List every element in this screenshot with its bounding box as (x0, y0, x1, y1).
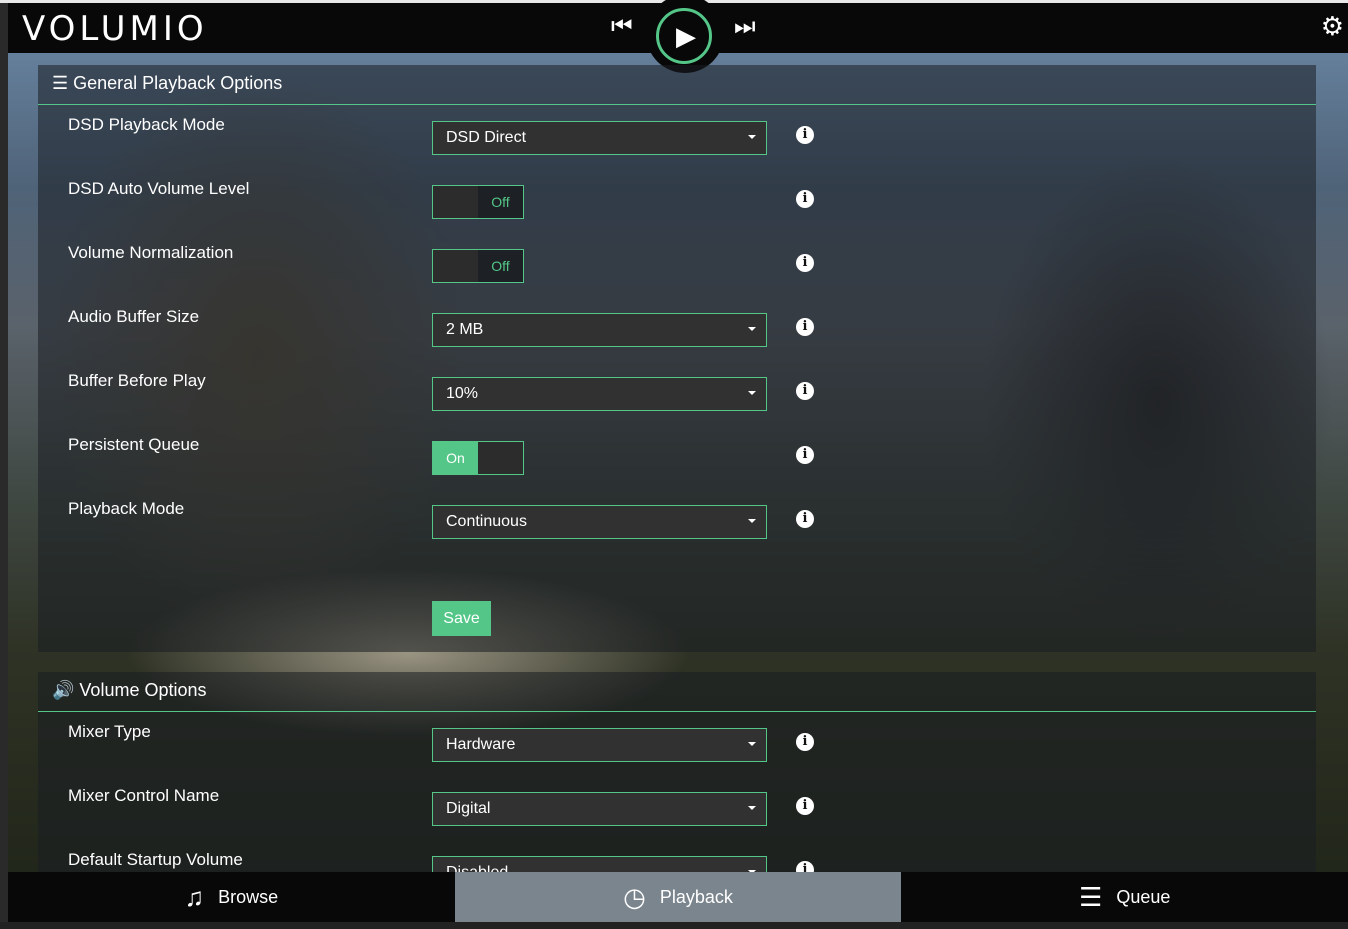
toggle-switch[interactable]: Off (432, 249, 524, 283)
setting-label: Volume Normalization (68, 243, 234, 262)
info-icon[interactable]: i (796, 797, 814, 815)
setting-label: Mixer Control Name (68, 786, 220, 805)
toggle-state: Off (478, 250, 523, 282)
panel-title: General Playback Options (73, 73, 283, 93)
toggle-state: On (433, 442, 478, 474)
setting-row: DSD Playback Mode DSD Direct i (38, 115, 1316, 179)
panel-title: Volume Options (79, 680, 207, 700)
setting-label: DSD Playback Mode (68, 115, 225, 134)
bottom-edge (0, 922, 1348, 929)
select-value: Hardware (446, 736, 516, 753)
clock-icon: ◷ (623, 881, 646, 912)
setting-row: Playback Mode Continuous i (38, 499, 1316, 563)
caret-down-icon (748, 327, 756, 331)
caret-down-icon (748, 519, 756, 523)
setting-label: Buffer Before Play (68, 371, 206, 390)
info-icon[interactable]: i (796, 861, 814, 872)
bottom-nav: ♫ Browse ◷ Playback ☰ Queue (8, 872, 1348, 922)
select-value: 2 MB (446, 321, 484, 338)
volume-icon: 🔊 (52, 680, 80, 700)
caret-down-icon (748, 135, 756, 139)
nav-label: Browse (218, 886, 279, 907)
setting-label: Audio Buffer Size (68, 307, 200, 326)
skip-next-icon[interactable]: ⏭ (734, 13, 756, 41)
setting-label: Mixer Type (68, 722, 151, 741)
select-dropdown[interactable]: Continuous (432, 505, 767, 539)
info-icon[interactable]: i (796, 190, 814, 208)
setting-label: DSD Auto Volume Level (68, 179, 250, 198)
volume-options-panel: 🔊 Volume Options Mixer Type Hardware i Mixe… (38, 672, 1316, 872)
play-icon: ▶ (656, 8, 712, 64)
select-value: Digital (446, 800, 491, 817)
toggle-switch[interactable]: On (432, 441, 524, 475)
setting-row: Volume Normalization Off i (38, 243, 1316, 307)
select-value: Continuous (446, 513, 527, 530)
setting-row: Persistent Queue On i (38, 435, 1316, 499)
gear-icon[interactable]: ⚙ (1321, 11, 1344, 42)
setting-label: Playback Mode (68, 499, 185, 518)
info-icon[interactable]: i (796, 382, 814, 400)
list-icon: ☰ (1079, 881, 1103, 912)
volumio-logo: VOLUMIO (22, 9, 208, 49)
select-dropdown[interactable]: DSD Direct (432, 121, 767, 155)
setting-row: DSD Auto Volume Level Off i (38, 179, 1316, 243)
info-icon[interactable]: i (796, 126, 814, 144)
nav-playback[interactable]: ◷ Playback (454, 872, 902, 922)
setting-row: Buffer Before Play 10% i (38, 371, 1316, 435)
general-playback-panel: ☰ General Playback Options DSD Playback … (38, 65, 1316, 652)
caret-down-icon (748, 806, 756, 810)
setting-row: Audio Buffer Size 2 MB i (38, 307, 1316, 371)
select-dropdown[interactable]: 10% (432, 377, 767, 411)
setting-label: Persistent Queue (68, 435, 200, 454)
setting-label: Default Startup Volume (68, 850, 243, 869)
info-icon[interactable]: i (796, 254, 814, 272)
sliders-icon: ☰ (52, 73, 74, 93)
panel-header: ☰ General Playback Options (38, 65, 1316, 105)
info-icon[interactable]: i (796, 510, 814, 528)
info-icon[interactable]: i (796, 318, 814, 336)
nav-queue[interactable]: ☰ Queue (901, 872, 1348, 922)
left-edge (0, 3, 8, 929)
select-value: Disabled (446, 864, 508, 872)
caret-down-icon (748, 742, 756, 746)
nav-browse[interactable]: ♫ Browse (8, 872, 455, 922)
toggle-switch[interactable]: Off (432, 185, 524, 219)
select-value: DSD Direct (446, 129, 527, 146)
setting-row: Mixer Control Name Digital i (38, 786, 1316, 850)
select-dropdown[interactable]: Hardware (432, 728, 767, 762)
info-icon[interactable]: i (796, 446, 814, 464)
skip-previous-icon[interactable]: ⏮ (611, 13, 633, 41)
select-dropdown[interactable]: 2 MB (432, 313, 767, 347)
music-note-icon: ♫ (184, 881, 205, 912)
info-icon[interactable]: i (796, 733, 814, 751)
nav-label: Playback (659, 886, 733, 907)
caret-down-icon (748, 391, 756, 395)
panel-header: 🔊 Volume Options (38, 672, 1316, 712)
select-dropdown[interactable]: Digital (432, 792, 767, 826)
select-dropdown[interactable]: Disabled (432, 856, 767, 872)
setting-row: Mixer Type Hardware i (38, 722, 1316, 786)
select-value: 10% (446, 385, 479, 402)
toggle-state: Off (478, 186, 523, 218)
top-bar: VOLUMIO ⏮ ▶ ⏭ ⚙ (8, 0, 1348, 73)
setting-row: Default Startup Volume Disabled i (38, 850, 1316, 872)
save-button[interactable]: Save (432, 601, 491, 636)
nav-label: Queue (1116, 886, 1171, 907)
